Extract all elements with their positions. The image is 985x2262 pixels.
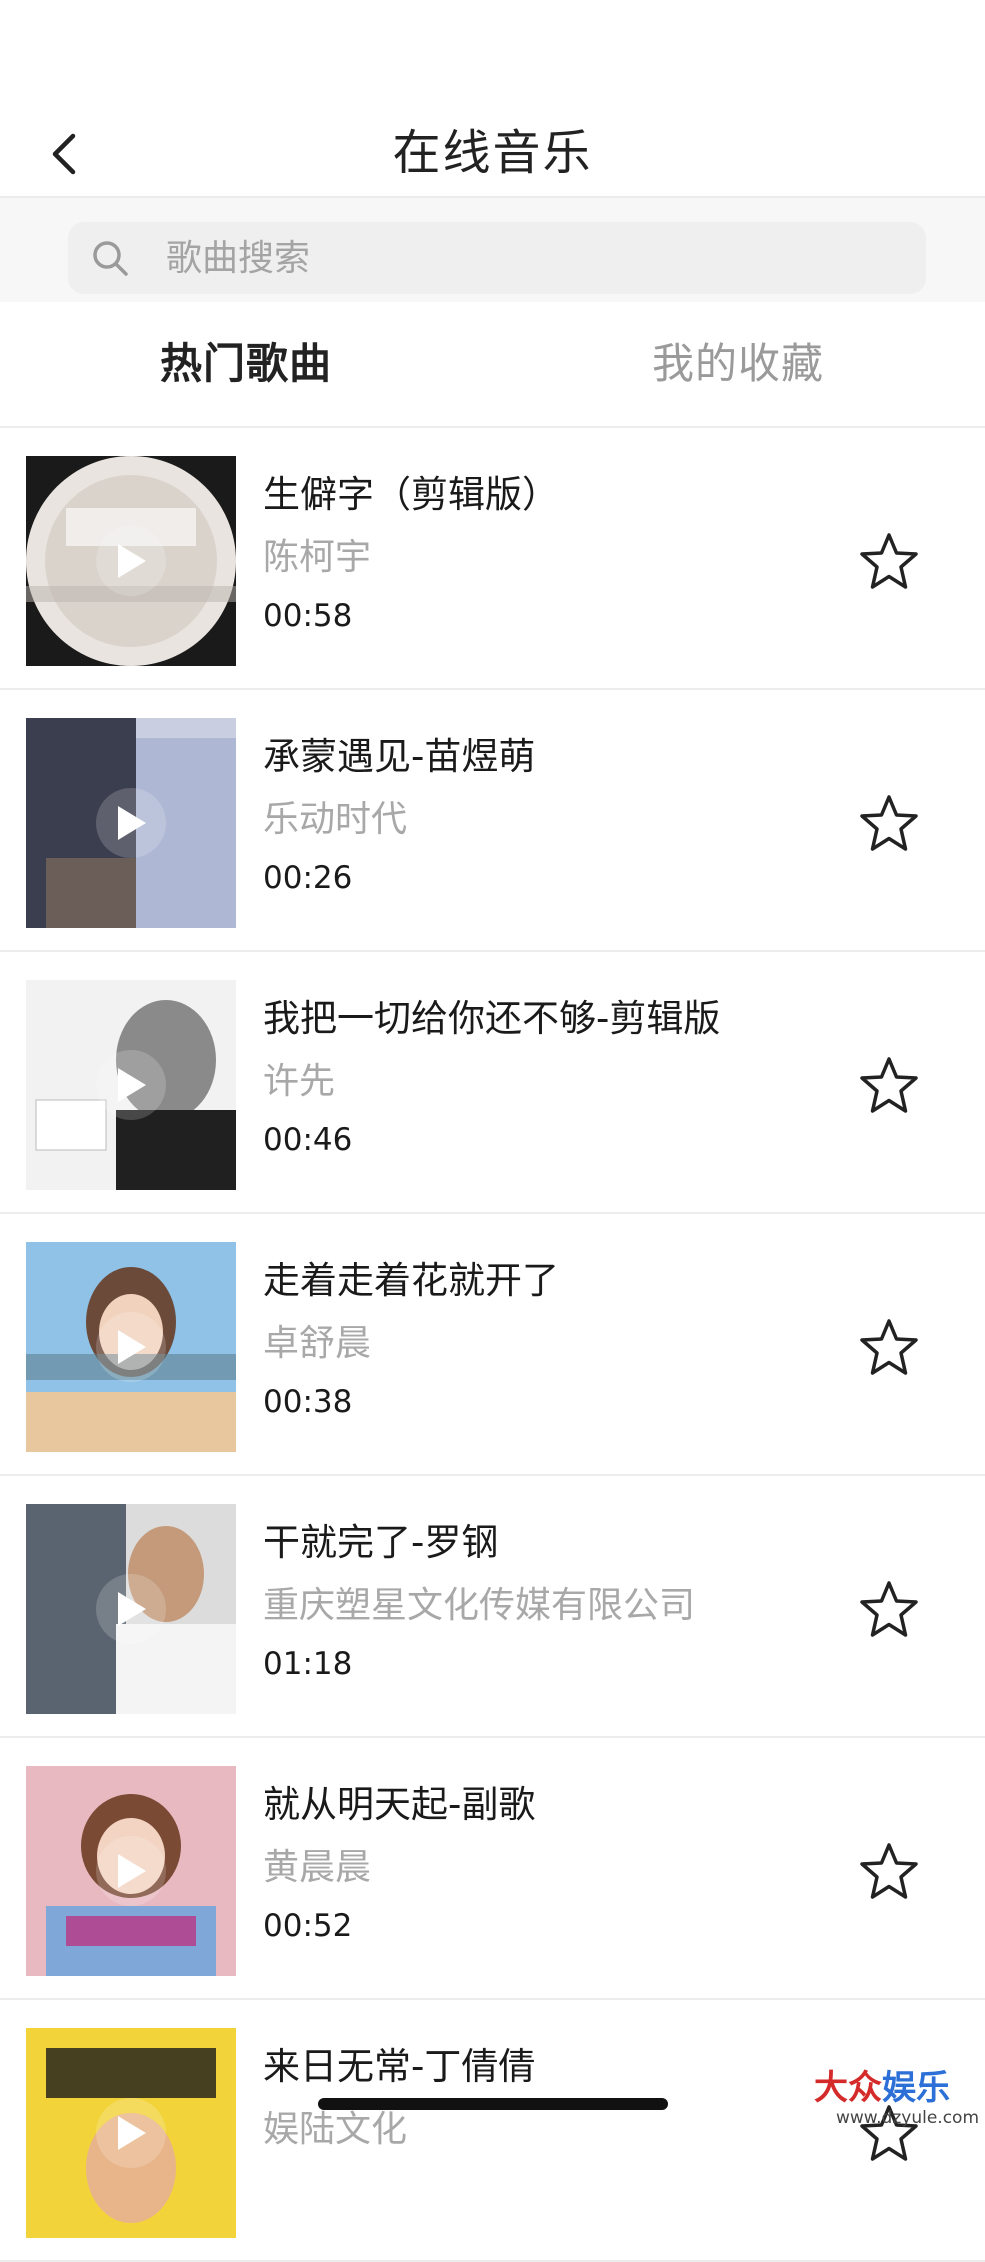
song-item[interactable]: 生僻字（剪辑版） 陈柯宇 00:58 <box>0 428 985 690</box>
watermark-logo: 大众娱乐 www.dzyule.com <box>814 2060 985 2132</box>
song-list: 生僻字（剪辑版） 陈柯宇 00:58 承蒙遇见-苗煜萌 乐动时代 00:26 我… <box>0 428 985 2262</box>
album-cover <box>26 718 236 928</box>
star-icon <box>860 1319 918 1375</box>
album-cover <box>26 1766 236 1976</box>
song-artist: 卓舒晨 <box>263 1323 372 1364</box>
song-artist: 重庆塑星文化传媒有限公司 <box>263 1585 696 1626</box>
page-title: 在线音乐 <box>392 125 593 181</box>
song-item[interactable]: 我把一切给你还不够-剪辑版 许先 00:46 <box>0 952 985 1214</box>
song-artist: 乐动时代 <box>263 799 408 840</box>
star-icon <box>860 1581 918 1637</box>
song-artist: 许先 <box>263 1061 336 1102</box>
search-box[interactable] <box>68 222 926 294</box>
song-duration: 01:18 <box>263 1646 353 1682</box>
tab-hot-songs[interactable]: 热门歌曲 <box>160 302 332 426</box>
album-cover <box>26 456 236 666</box>
watermark-brand-b: 娱乐 <box>882 2068 950 2108</box>
play-icon <box>96 1574 166 1644</box>
play-icon <box>96 1050 166 1120</box>
song-artist: 黄晨晨 <box>263 1847 372 1888</box>
status-bar <box>0 0 985 110</box>
favorite-button[interactable] <box>854 788 924 858</box>
song-title: 承蒙遇见-苗煜萌 <box>263 735 536 778</box>
song-title: 我把一切给你还不够-剪辑版 <box>263 997 721 1040</box>
song-duration: 00:58 <box>263 598 353 634</box>
favorite-button[interactable] <box>854 1312 924 1382</box>
tab-bar: 热门歌曲 我的收藏 <box>0 302 985 428</box>
play-icon <box>96 1312 166 1382</box>
favorite-button[interactable] <box>854 1836 924 1906</box>
nav-bar: 在线音乐 <box>0 110 985 198</box>
song-title: 走着走着花就开了 <box>263 1259 559 1302</box>
watermark-brand-a: 大众 <box>814 2068 882 2108</box>
favorite-button[interactable] <box>854 526 924 596</box>
song-title: 生僻字（剪辑版） <box>263 473 559 516</box>
play-icon <box>96 2098 166 2168</box>
album-cover <box>26 980 236 1190</box>
search-input[interactable] <box>166 228 866 288</box>
song-duration: 00:26 <box>263 860 353 896</box>
song-duration: 00:52 <box>263 1908 353 1944</box>
song-item[interactable]: 承蒙遇见-苗煜萌 乐动时代 00:26 <box>0 690 985 952</box>
album-cover <box>26 2028 236 2238</box>
play-icon <box>96 788 166 858</box>
song-title: 来日无常-丁倩倩 <box>263 2045 536 2088</box>
star-icon <box>860 1843 918 1899</box>
star-icon <box>860 1057 918 1113</box>
album-cover <box>26 1242 236 1452</box>
star-icon <box>860 795 918 851</box>
song-item[interactable]: 走着走着花就开了 卓舒晨 00:38 <box>0 1214 985 1476</box>
search-icon <box>88 236 132 280</box>
song-duration: 00:46 <box>263 1122 353 1158</box>
album-cover <box>26 1504 236 1714</box>
song-title: 干就完了-罗钢 <box>263 1521 499 1564</box>
song-duration: 00:38 <box>263 1384 353 1420</box>
song-item[interactable]: 干就完了-罗钢 重庆塑星文化传媒有限公司 01:18 <box>0 1476 985 1738</box>
song-title: 就从明天起-副歌 <box>263 1783 536 1826</box>
favorite-button[interactable] <box>854 1574 924 1644</box>
star-icon <box>860 533 918 589</box>
watermark-url: www.dzyule.com <box>836 2108 979 2128</box>
favorite-button[interactable] <box>854 1050 924 1120</box>
play-icon <box>96 1836 166 1906</box>
play-icon <box>96 526 166 596</box>
home-indicator[interactable] <box>318 2098 668 2110</box>
song-item[interactable]: 就从明天起-副歌 黄晨晨 00:52 <box>0 1738 985 2000</box>
tab-my-favorites[interactable]: 我的收藏 <box>652 302 824 426</box>
search-area <box>0 198 985 302</box>
song-artist: 陈柯宇 <box>263 537 372 578</box>
